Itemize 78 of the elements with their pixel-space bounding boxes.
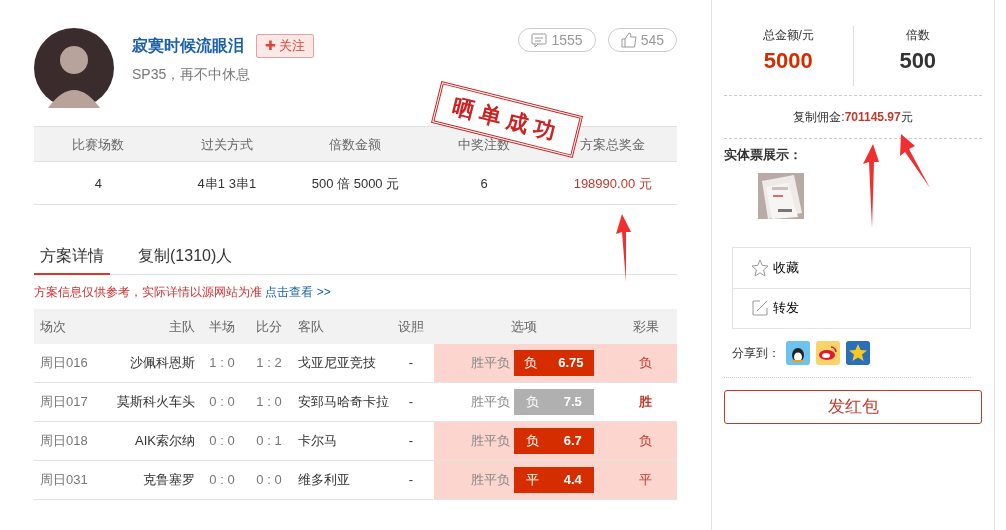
table-cell: 6 xyxy=(419,162,549,205)
pick-text: 平 xyxy=(526,471,540,490)
table-cell: 4串1 3串1 xyxy=(162,162,292,205)
table-cell-text: 1 : 0 xyxy=(256,393,282,412)
table-cell: 198990.00 元 xyxy=(548,162,677,205)
gift-money-button[interactable]: 发红包 xyxy=(724,389,982,424)
user-motto: SP35，再不中休息 xyxy=(132,65,252,84)
edit-icon xyxy=(751,299,769,317)
penguin-icon[interactable] xyxy=(786,340,810,365)
stat-value: 500 xyxy=(898,47,938,75)
user-name[interactable]: 寂寞时候流眼泪 xyxy=(132,34,244,58)
table-cell-text: - xyxy=(408,393,414,412)
table-cell-text: 莫斯科火车头 xyxy=(117,393,195,412)
column-header: 比赛场数 xyxy=(34,126,163,162)
column-header: 主队 xyxy=(169,317,195,336)
table-cell-text: 胜平负 xyxy=(471,471,510,490)
odds-text: 4.4 xyxy=(563,471,582,490)
annotation-arrow xyxy=(900,134,930,188)
table-cell-text: 0 : 0 xyxy=(209,432,235,451)
table-cell: 4 xyxy=(34,162,163,205)
table-cell-text: AIK索尔纳 xyxy=(135,432,195,451)
stat-label: 倍数 xyxy=(904,27,931,44)
stat-label: 总金额/元 xyxy=(761,27,815,44)
table-cell-text: 1 : 2 xyxy=(256,354,282,373)
star-icon xyxy=(751,258,769,277)
table-cell-text: 胜平负 xyxy=(471,393,510,412)
table-cell-text: 0 : 1 xyxy=(256,432,282,451)
table-cell-text: 周日018 xyxy=(40,432,88,451)
table-cell-text: 0 : 0 xyxy=(209,471,235,490)
table-cell-text: 胜平负 xyxy=(471,354,510,373)
table-cell-text: 负 xyxy=(639,432,652,451)
table-cell-text: - xyxy=(408,432,414,451)
table-cell-text: 沙佩科恩斯 xyxy=(130,354,195,373)
column-header: 比分 xyxy=(256,317,282,336)
column-header: 场次 xyxy=(40,317,66,336)
odds-text: 7.5 xyxy=(563,393,582,412)
column-header: 过关方式 xyxy=(162,126,292,162)
commission-text: 复制佣金:701145.97元 xyxy=(724,95,982,138)
thumbs-up-icon xyxy=(620,32,637,48)
column-header: 选项 xyxy=(511,317,537,336)
table-cell-text: 戈亚尼亚竞技 xyxy=(298,354,376,373)
pick-text: 负 xyxy=(526,432,540,451)
table-cell-text: 周日017 xyxy=(40,393,88,412)
pick-text: 负 xyxy=(524,354,538,373)
column-header: 客队 xyxy=(298,317,324,336)
table-cell-text: 胜平负 xyxy=(471,432,510,451)
table-cell-text: 克鲁塞罗 xyxy=(143,471,195,490)
table-cell-text: - xyxy=(408,354,414,373)
table-cell-text: 周日031 xyxy=(40,471,88,490)
table-cell-text: 1 : 0 xyxy=(209,354,235,373)
notice-text: 方案信息仅供参考，实际详情以源网站为准 点击查看 >> xyxy=(34,284,332,301)
comment-icon xyxy=(531,33,548,47)
column-header: 彩果 xyxy=(632,317,659,336)
column-header: 设胆 xyxy=(398,317,424,336)
table-cell-text: 负 xyxy=(639,354,652,373)
tab[interactable]: 复制(1310)人 xyxy=(132,239,239,275)
pick-text: 负 xyxy=(526,393,540,412)
table-cell-text: 胜 xyxy=(639,393,652,412)
odds-text: 6.7 xyxy=(563,432,582,451)
view-link[interactable]: 点击查看 >> xyxy=(265,285,331,299)
weibo-icon[interactable] xyxy=(816,340,840,365)
share-label: 分享到： xyxy=(732,344,780,362)
table-cell-text: 卡尔马 xyxy=(298,432,337,451)
tab[interactable]: 方案详情 xyxy=(34,239,110,275)
table-cell-text: 安郅马哈奇卡拉 xyxy=(298,393,389,412)
column-header: 倍数金额 xyxy=(291,126,420,162)
odds-text: 6.75 xyxy=(558,354,584,373)
stat-value: 5000 xyxy=(762,47,814,75)
table-cell-text: 0 : 0 xyxy=(209,393,235,412)
table-cell-text: - xyxy=(408,471,414,490)
table-cell: 500 倍 5000 元 xyxy=(291,162,420,205)
follow-button[interactable]: ✚ 关注 xyxy=(256,34,314,58)
plus-icon: ✚ xyxy=(265,37,276,55)
table-cell-text: 平 xyxy=(639,471,652,490)
table-cell-text: 0 : 0 xyxy=(256,471,282,490)
table-cell-text: 维多利亚 xyxy=(298,471,350,490)
column-header: 半场 xyxy=(209,317,235,336)
table-cell-text: 周日016 xyxy=(40,354,88,373)
